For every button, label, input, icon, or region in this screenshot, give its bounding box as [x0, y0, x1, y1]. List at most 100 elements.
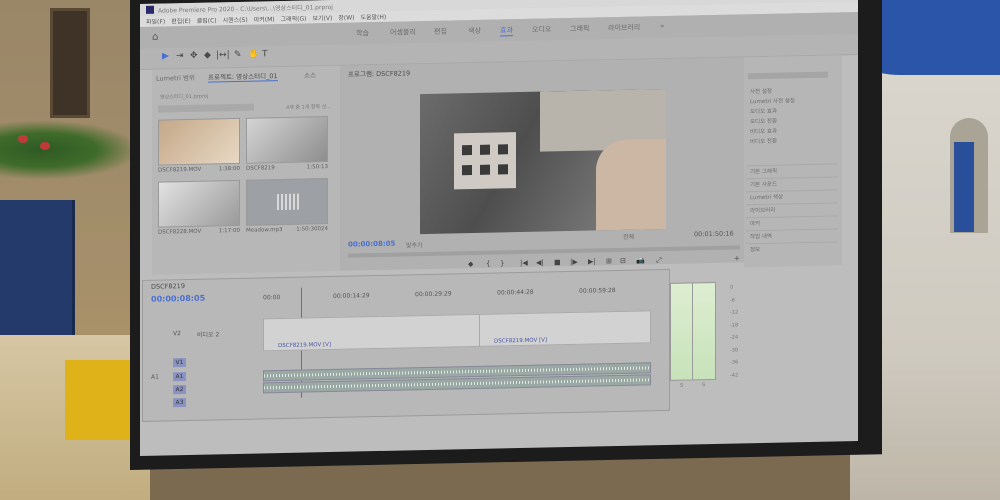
tab-source[interactable]: 소스 — [304, 69, 316, 79]
timeline-video-clip[interactable]: DSCF8219.MOV [V] — [263, 313, 481, 352]
effects-search-input[interactable] — [748, 71, 828, 80]
panel-markers[interactable]: 마커 — [746, 215, 838, 230]
slip-tool-icon[interactable]: |↔| — [216, 50, 230, 60]
track-label-v2: V2 — [173, 330, 181, 338]
ruler-tick: 00:00:44:28 — [497, 288, 534, 297]
resolution-select[interactable]: 전체 — [623, 232, 634, 241]
ripple-edit-tool-icon[interactable]: ✥ — [190, 51, 198, 61]
clip-thumbnail — [246, 116, 328, 164]
project-clip[interactable]: Meadow.mp3 1:50:30024 — [246, 178, 328, 238]
project-search-input[interactable] — [158, 103, 254, 113]
workspace-editing[interactable]: 편집 — [434, 27, 447, 37]
panel-info[interactable]: 정보 — [746, 241, 838, 256]
menu-window[interactable]: 창(W) — [338, 13, 354, 22]
track-select-tool-icon[interactable]: ⇥ — [176, 51, 184, 61]
effects-tree-item[interactable]: 사전 설정 — [750, 87, 772, 95]
program-video-frame — [420, 88, 666, 235]
razor-tool-icon[interactable]: ◆ — [204, 51, 211, 61]
tab-sequence[interactable]: DSCF8219 — [151, 282, 185, 291]
tab-lumetri-scopes[interactable]: Lumetri 범위 — [156, 72, 195, 83]
project-panel: Lumetri 범위 프로젝트: 영상스터디_01 소스 영상스터디_01.pr… — [152, 65, 340, 275]
clip-name: DSCF8219 — [246, 165, 275, 172]
video-hand — [596, 138, 666, 231]
go-to-in-icon[interactable]: |◀ — [520, 259, 528, 267]
track-target-v1[interactable]: V1 — [173, 358, 186, 368]
workspace-libraries[interactable]: 라이브러리 — [608, 23, 640, 34]
menu-view[interactable]: 보기(V) — [313, 13, 333, 22]
timeline-video-clip[interactable]: DSCF8219.MOV [V] — [479, 310, 651, 347]
duration-timecode: 00:01:50:16 — [694, 229, 734, 239]
add-button-icon[interactable]: + — [734, 254, 740, 262]
track-target-a3[interactable]: A3 — [173, 398, 186, 408]
workspace-more-button[interactable]: » — [660, 22, 664, 30]
track-target-a2[interactable]: A2 — [173, 385, 186, 395]
tab-program[interactable]: 프로그램: DSCF8219 — [348, 67, 410, 78]
clip-name: DSCF8219.MOV — [158, 166, 202, 174]
audio-meter-scale: 0 -6 -12 -18 -24 -30 -36 -42 — [730, 284, 739, 379]
clip-label: DSCF8219.MOV [V] — [278, 341, 332, 350]
project-clip[interactable]: DSCF8228.MOV 1:17:00 — [158, 179, 240, 240]
hand-tool-icon[interactable]: ✋ — [248, 50, 259, 60]
workspace-graphics[interactable]: 그래픽 — [570, 24, 589, 34]
clip-duration: 1:38:00 — [218, 165, 240, 173]
panel-essential-graphics[interactable]: 기본 그래픽 — [746, 163, 838, 178]
selection-tool-icon[interactable]: ▶ — [162, 51, 169, 61]
yellow-panel — [65, 360, 135, 440]
zoom-select[interactable]: 맞추기 — [406, 240, 423, 249]
panel-essential-sound[interactable]: 기본 사운드 — [746, 176, 838, 191]
playhead-timecode[interactable]: 00:00:08:05 — [348, 240, 395, 249]
tab-project[interactable]: 프로젝트: 영상스터디_01 — [208, 70, 278, 83]
effects-tree-item[interactable]: 비디오 전환 — [750, 137, 777, 146]
stop-icon[interactable]: ■ — [554, 258, 561, 266]
menu-clip[interactable]: 클립(C) — [197, 15, 217, 24]
extract-icon[interactable]: ⊟ — [620, 257, 626, 265]
effects-tree-item[interactable]: 비디오 효과 — [750, 127, 777, 136]
clip-thumbnail — [158, 117, 240, 166]
audio-thumbnail — [246, 178, 328, 226]
workspace-assembly[interactable]: 어셈블리 — [390, 27, 416, 38]
meter-solo-left[interactable]: S — [680, 383, 683, 389]
clip-duration: 1:50:30024 — [296, 226, 328, 233]
window-shutter — [50, 8, 90, 118]
vr-icon[interactable]: ⤢ — [656, 256, 662, 265]
timeline-timecode[interactable]: 00:00:08:05 — [151, 294, 205, 304]
meter-solo-right[interactable]: S — [702, 382, 705, 388]
camera-icon[interactable]: 📷 — [636, 256, 645, 264]
workspace-audio[interactable]: 오디오 — [532, 24, 551, 34]
workspace-effects[interactable]: 효과 — [500, 25, 513, 37]
panel-libraries[interactable]: 라이브러리 — [746, 202, 838, 217]
menu-sequence[interactable]: 시퀀스(S) — [223, 15, 248, 25]
project-clip[interactable]: DSCF8219 1:50:13 — [246, 116, 328, 176]
track-target-a1[interactable]: A1 — [173, 372, 186, 382]
workspace-learning[interactable]: 학습 — [356, 28, 369, 38]
effects-tree-item[interactable]: 오디오 효과 — [750, 107, 777, 116]
home-icon[interactable]: ⌂ — [152, 32, 158, 43]
go-to-out-icon[interactable]: ▶| — [588, 257, 596, 265]
clip-duration: 1:50:13 — [306, 164, 328, 171]
menu-edit[interactable]: 편집(E) — [171, 16, 191, 25]
waveform-icon — [277, 193, 301, 211]
source-patch-a1[interactable]: A1 — [151, 374, 159, 381]
effects-panel: 사전 설정 Lumetri 사전 설정 오디오 효과 오디오 전환 비디오 효과… — [744, 55, 842, 268]
type-tool-icon[interactable]: T — [262, 49, 268, 59]
panel-lumetri-color[interactable]: Lumetri 색상 — [746, 189, 838, 204]
effects-tree-item[interactable]: Lumetri 사전 설정 — [750, 96, 795, 105]
menu-marker[interactable]: 마커(M) — [254, 14, 275, 23]
add-marker-icon[interactable]: ◆ — [468, 260, 473, 268]
menu-help[interactable]: 도움말(H) — [360, 12, 386, 22]
mark-in-icon[interactable]: { — [486, 260, 490, 268]
step-forward-icon[interactable]: |▶ — [570, 258, 578, 266]
menu-file[interactable]: 파일(F) — [146, 16, 165, 25]
premiere-logo-icon — [146, 5, 154, 14]
effects-tree-item[interactable]: 오디오 전환 — [750, 117, 777, 126]
plants — [0, 120, 140, 180]
project-clip[interactable]: DSCF8219.MOV 1:38:00 — [158, 117, 240, 178]
panel-history[interactable]: 작업 내역 — [746, 228, 838, 243]
menu-graphics[interactable]: 그래픽(G) — [281, 14, 307, 24]
clip-thumbnail — [158, 179, 240, 228]
step-back-icon[interactable]: ◀| — [536, 259, 544, 267]
pen-tool-icon[interactable]: ✎ — [234, 50, 242, 60]
workspace-color[interactable]: 색상 — [468, 26, 481, 36]
lift-icon[interactable]: ⊞ — [606, 257, 612, 265]
mark-out-icon[interactable]: } — [500, 259, 504, 267]
